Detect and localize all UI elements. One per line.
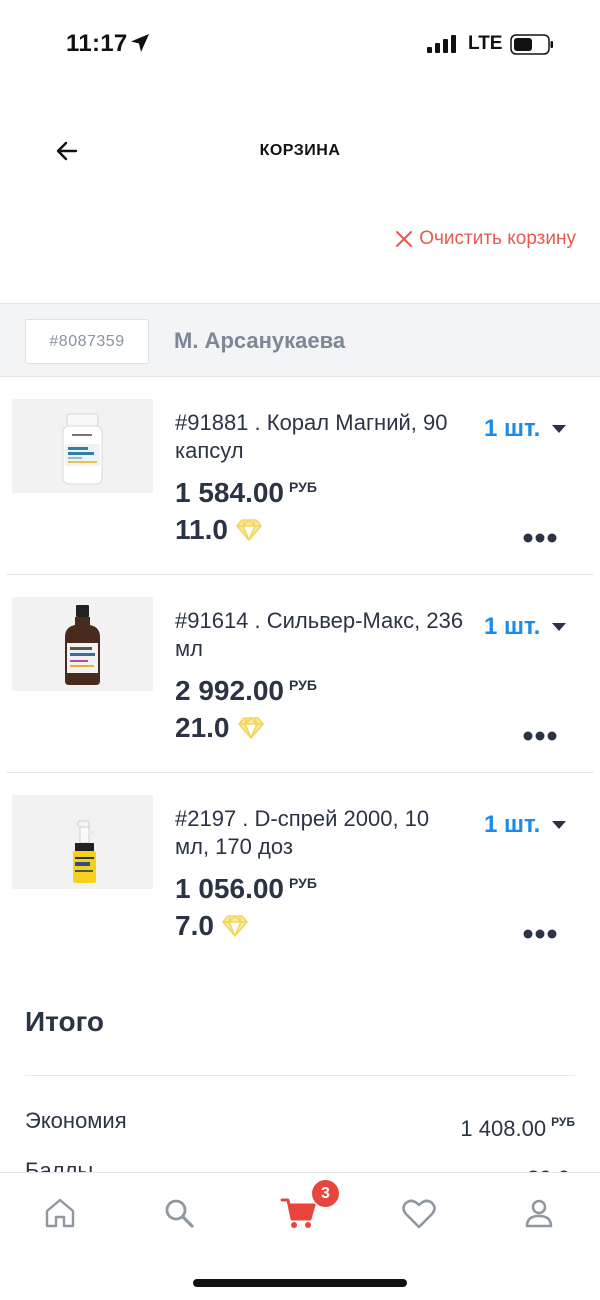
quantity-select[interactable]: 1 шт. [484,613,567,641]
summary-currency: РУБ [551,1115,575,1129]
heart-icon [402,1199,436,1229]
points-value: 11.0 [175,514,228,545]
quantity-select[interactable]: 1 шт. [484,415,567,443]
cart-item: #91881 . Корал Магний, 90 капсул 1 584.0… [0,377,600,575]
product-points: 21.0 [175,712,264,744]
price-currency: РУБ [289,677,317,693]
network-label: LTE [468,33,503,54]
diamond-icon [222,915,248,937]
summary-amount: 1 408.00 РУБ [460,1115,575,1142]
summary-title: Итого [25,1006,104,1037]
caret-down-icon [552,425,567,433]
signal-icon [427,35,456,53]
product-name[interactable]: #2197 . D-спрей 2000, 10 мл, 170 доз [175,805,465,861]
page-title: КОРЗИНА [259,142,341,159]
summary-row-savings: Экономия 1 408.00 РУБ [25,1108,575,1148]
quantity-value: 1 шт. [484,415,541,442]
close-icon [396,231,413,247]
nav-search[interactable] [159,1193,199,1233]
summary-divider [25,1075,575,1076]
summary-value: 1 408.00 [460,1116,547,1141]
more-options-icon[interactable] [522,729,558,743]
brown-bottle-icon [65,605,100,685]
cart-badge: 3 [312,1180,339,1207]
product-price: 1 056.00 РУБ [175,873,317,905]
home-icon [45,1198,75,1228]
diamond-icon [236,519,262,541]
summary-label: Экономия [25,1108,127,1133]
white-pill-bottle-icon [62,413,103,485]
quantity-value: 1 шт. [484,811,541,838]
clear-cart-label: Очистить корзину [419,228,576,249]
customer-strip: #8087359 М. Арсанукаева [0,303,600,377]
product-points: 11.0 [175,514,262,546]
price-currency: РУБ [289,875,317,891]
price-value: 1 056.00 [175,873,284,904]
more-options-icon[interactable] [522,927,558,941]
home-indicator [193,1279,407,1287]
quantity-select[interactable]: 1 шт. [484,811,567,839]
points-value: 21.0 [175,712,230,743]
points-value: 7.0 [175,910,214,941]
price-value: 2 992.00 [175,675,284,706]
product-points: 7.0 [175,910,248,942]
product-price: 1 584.00 РУБ [175,477,317,509]
search-icon [165,1199,194,1228]
nav-home[interactable] [40,1193,80,1233]
diamond-icon [237,717,264,739]
cart-item: #2197 . D-спрей 2000, 10 мл, 170 доз 1 0… [0,773,600,971]
quantity-value: 1 шт. [484,613,541,640]
customer-name: М. Арсанукаева [174,328,346,353]
status-bar: 11:17 LTE [0,0,600,90]
battery-icon [510,34,553,55]
product-image[interactable] [12,795,153,889]
customer-id-field[interactable]: #8087359 [25,319,149,364]
clear-cart-button[interactable]: Очистить корзину [395,228,576,250]
cart-item: #91614 . Сильвер-Макс, 236 мл 2 992.00 Р… [0,575,600,773]
caret-down-icon [552,821,567,829]
product-image[interactable] [12,399,153,493]
more-options-icon[interactable] [522,531,558,545]
location-arrow-icon [131,34,149,52]
nav-favorites[interactable] [399,1193,439,1233]
profile-icon [525,1199,553,1228]
price-value: 1 584.00 [175,477,284,508]
nav-profile[interactable] [519,1193,559,1233]
caret-down-icon [552,623,567,631]
product-name[interactable]: #91881 . Корал Магний, 90 капсул [175,409,465,465]
product-image[interactable] [12,597,153,691]
price-currency: РУБ [289,479,317,495]
product-name[interactable]: #91614 . Сильвер-Макс, 236 мл [175,607,465,663]
yellow-spray-bottle-icon [73,820,96,883]
product-price: 2 992.00 РУБ [175,675,317,707]
status-time: 11:17 [66,30,128,57]
